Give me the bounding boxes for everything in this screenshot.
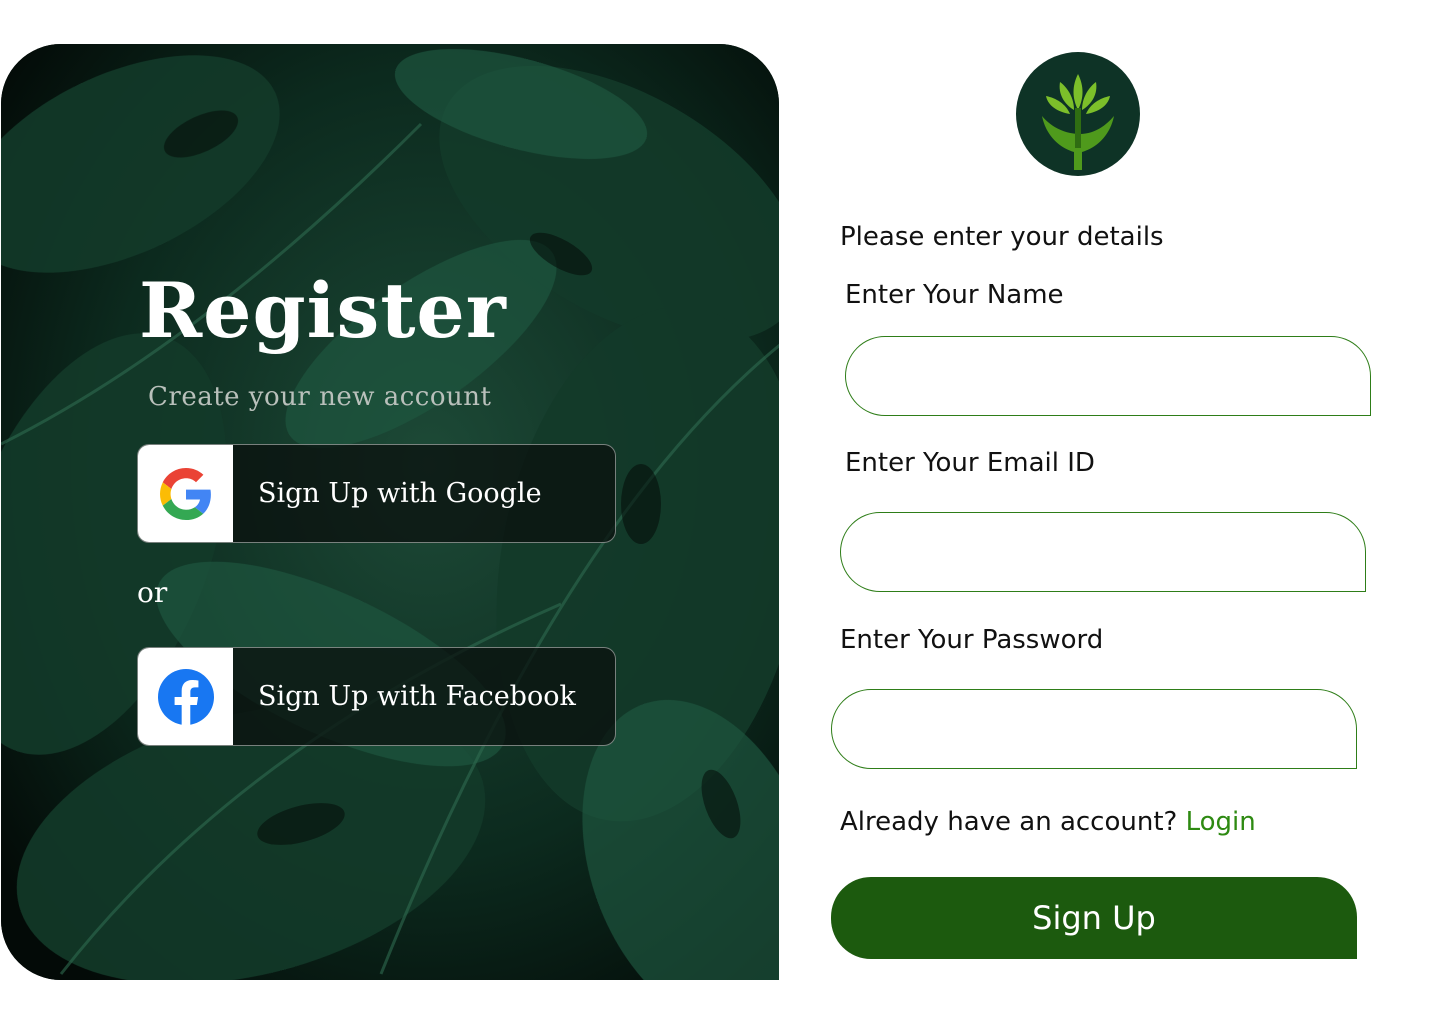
register-title: Register bbox=[139, 266, 507, 355]
register-subtitle: Create your new account bbox=[148, 382, 492, 412]
or-separator: or bbox=[137, 576, 168, 609]
facebook-signup-button[interactable]: Sign Up with Facebook bbox=[137, 647, 616, 746]
tree-hands-logo-icon bbox=[1016, 52, 1140, 176]
facebook-signup-label: Sign Up with Facebook bbox=[258, 681, 576, 712]
email-input[interactable] bbox=[840, 512, 1366, 592]
login-prompt-text: Already have an account? bbox=[840, 807, 1186, 837]
login-prompt: Already have an account? Login bbox=[840, 807, 1256, 837]
email-label: Enter Your Email ID bbox=[845, 448, 1095, 478]
google-signup-label: Sign Up with Google bbox=[258, 478, 542, 509]
facebook-logo-icon bbox=[157, 668, 214, 725]
form-prompt: Please enter your details bbox=[840, 222, 1164, 252]
password-input[interactable] bbox=[831, 689, 1357, 769]
google-signup-button[interactable]: Sign Up with Google bbox=[137, 444, 616, 543]
google-icon-box bbox=[138, 445, 233, 542]
facebook-icon-box bbox=[138, 648, 233, 745]
sign-up-button[interactable]: Sign Up bbox=[831, 877, 1357, 959]
hero-panel: Register Create your new account Sign Up… bbox=[1, 44, 779, 980]
login-link[interactable]: Login bbox=[1186, 807, 1256, 837]
google-logo-icon bbox=[159, 467, 211, 520]
name-label: Enter Your Name bbox=[845, 280, 1064, 310]
name-input[interactable] bbox=[845, 336, 1371, 416]
password-label: Enter Your Password bbox=[840, 625, 1104, 655]
